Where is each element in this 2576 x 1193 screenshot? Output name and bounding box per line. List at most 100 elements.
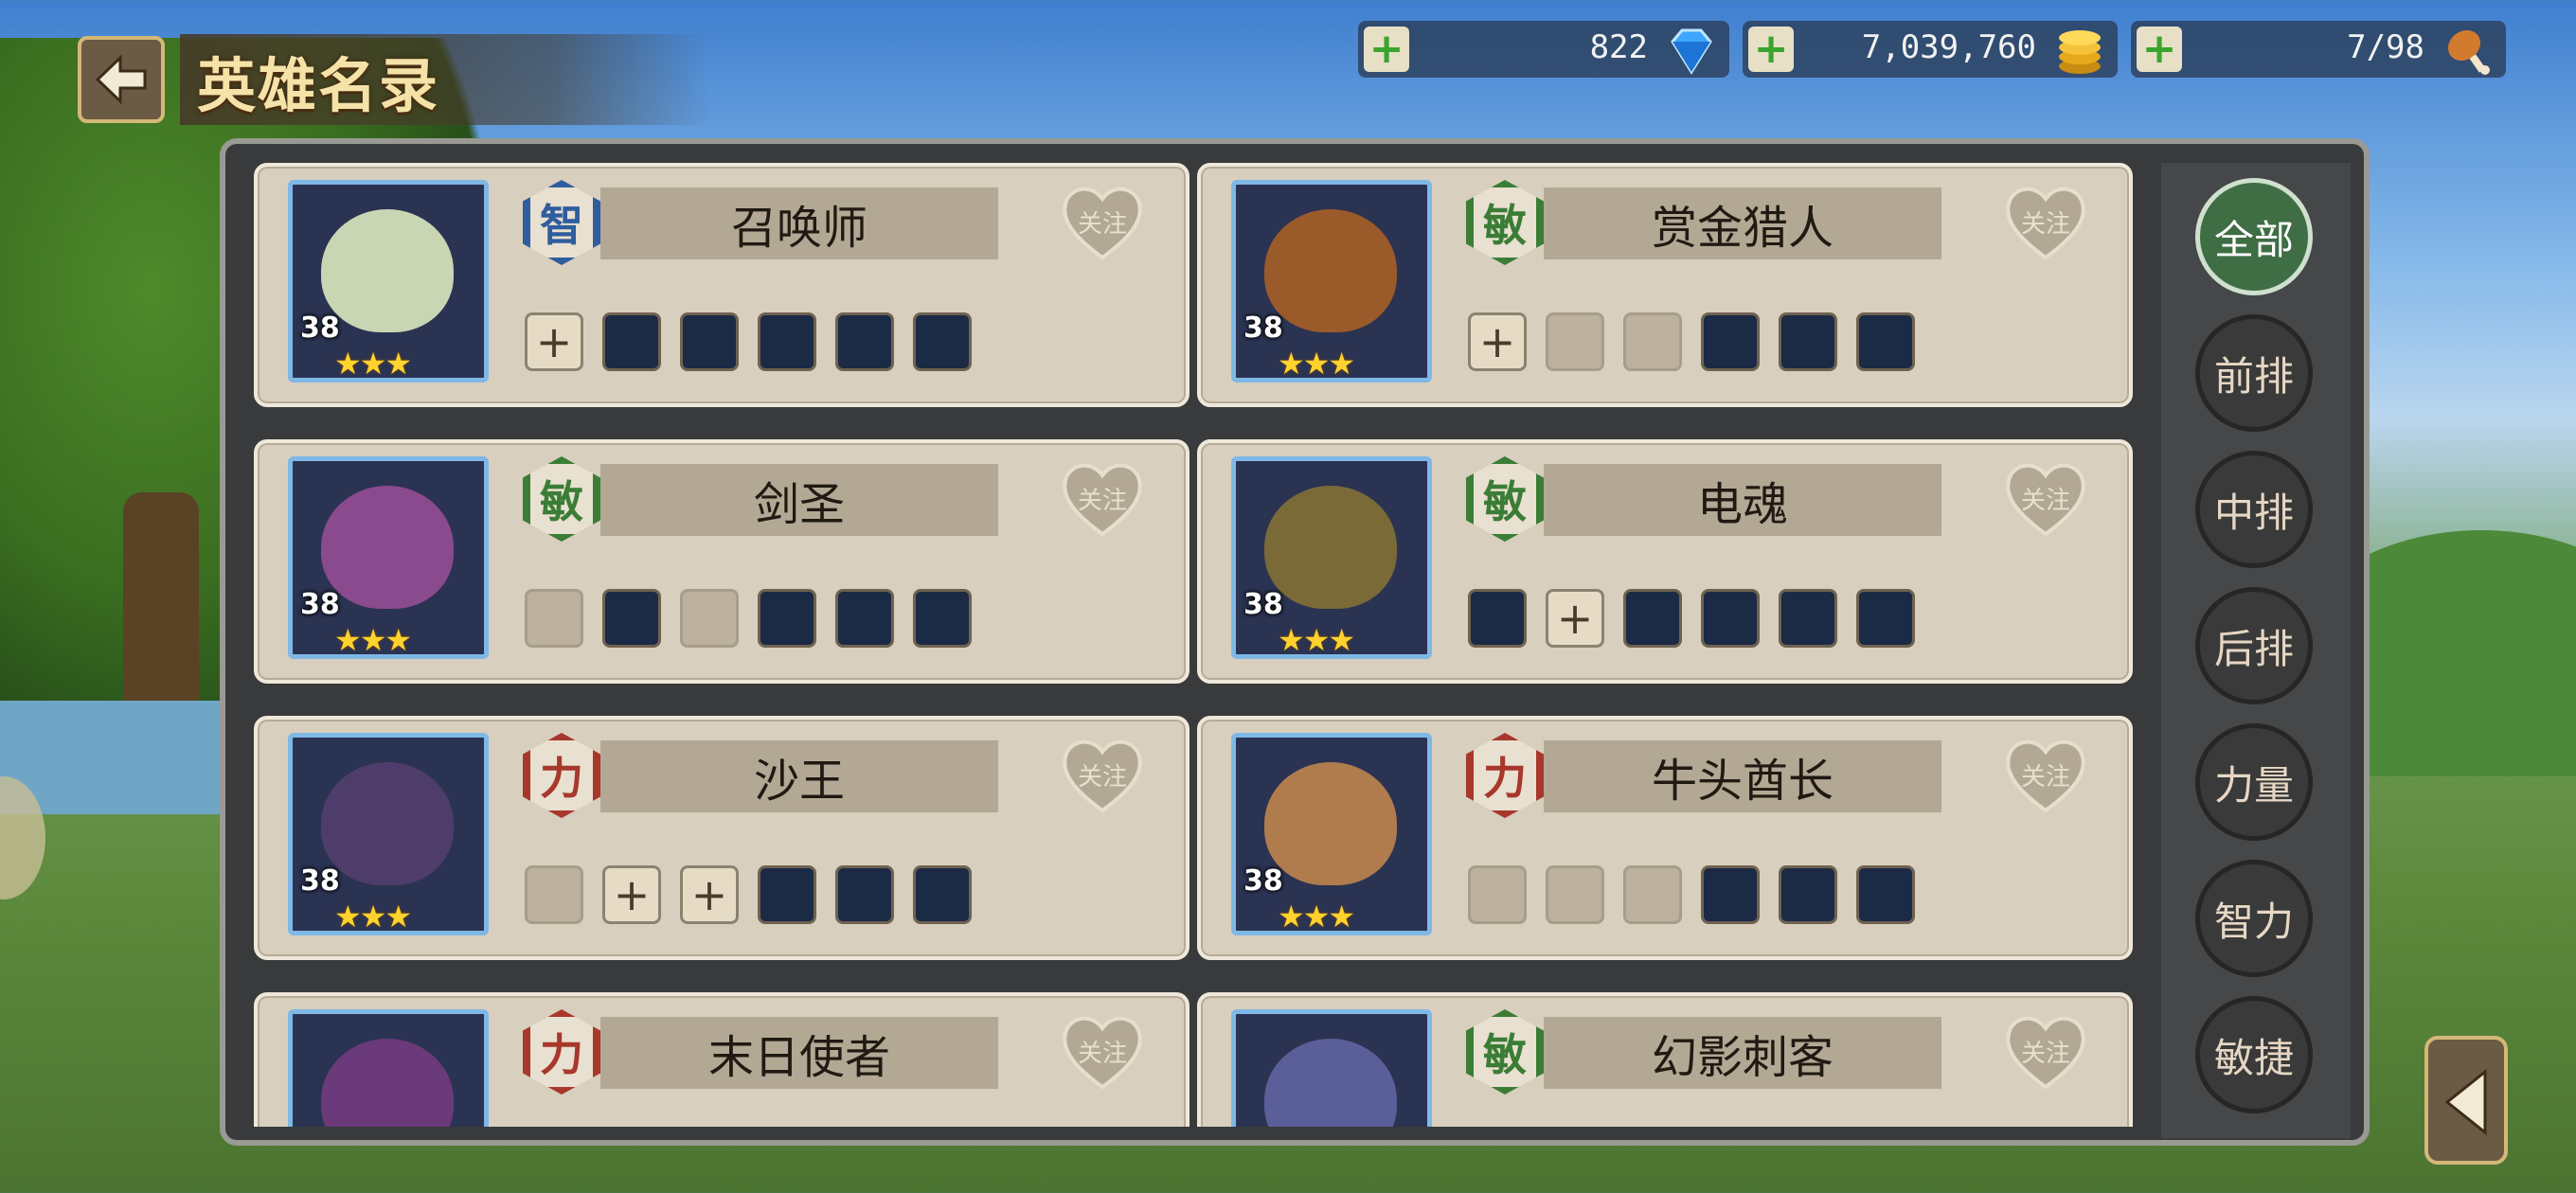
hero-portrait[interactable]: 38 ★★★ — [1231, 733, 1432, 935]
equip-add-slot[interactable]: + — [1468, 312, 1527, 371]
follow-label: 关注 — [1077, 486, 1127, 515]
collapse-button[interactable] — [2424, 1036, 2508, 1165]
equip-empty-slot[interactable] — [1623, 865, 1682, 924]
hero-level: 38 — [1243, 312, 1283, 345]
equip-empty-slot[interactable] — [1623, 312, 1682, 371]
hero-card[interactable]: 38 ★★★ 力沙王 关注 + + — [254, 716, 1190, 960]
equip-empty-slot[interactable] — [1546, 312, 1604, 371]
plus-icon: + — [535, 316, 573, 367]
follow-heart-button[interactable]: 关注 — [2002, 458, 2089, 538]
hero-attribute-badge: 敏 — [523, 456, 600, 542]
equip-item-slot[interactable] — [758, 312, 816, 371]
hero-card[interactable]: 38 ★★★ 敏 剑圣 关注 — [254, 439, 1190, 684]
filter-button[interactable]: 前排 — [2195, 314, 2313, 432]
hero-card[interactable]: 力 末日使者 关注 — [254, 992, 1190, 1127]
equip-item-slot[interactable] — [602, 589, 661, 648]
hero-card[interactable]: 38 ★★★ 力 牛头酋长 关注 — [1197, 716, 2133, 960]
hero-card[interactable]: 38 ★★★ 敏 赏金猎人 关注 + — [1197, 163, 2133, 407]
equip-item-slot[interactable] — [1623, 589, 1682, 648]
hero-list[interactable]: 38 ★★★ 智召唤师 关注 +38 ★★★ 敏赏金猎人 关注 +38 ★★★ 敏剑圣 关注 38 ★★★… — [254, 163, 2148, 1127]
equip-item-slot[interactable] — [1779, 865, 1837, 924]
follow-label: 关注 — [2020, 1039, 2070, 1068]
plus-icon: + — [690, 869, 728, 920]
equip-item-slot[interactable] — [835, 865, 894, 924]
filter-button[interactable]: 后排 — [2195, 587, 2313, 704]
equip-item-slot[interactable] — [1701, 865, 1760, 924]
follow-heart-button[interactable]: 关注 — [1059, 735, 1146, 814]
equip-item-slot[interactable] — [1701, 589, 1760, 648]
equipment-row: + — [1468, 312, 1915, 375]
follow-label: 关注 — [1077, 762, 1127, 792]
add-gold-button[interactable]: + — [1748, 27, 1794, 72]
hero-attribute-badge: 敏 — [1466, 1009, 1544, 1095]
hero-stars: ★★★ — [334, 346, 412, 382]
filter-button[interactable]: 全部 — [2195, 178, 2313, 295]
equip-item-slot[interactable] — [758, 865, 816, 924]
equip-item-slot[interactable] — [1856, 589, 1915, 648]
filter-button[interactable]: 智力 — [2195, 860, 2313, 977]
filter-button[interactable]: 中排 — [2195, 451, 2313, 568]
filter-button[interactable]: 力量 — [2195, 723, 2313, 841]
hero-stars: ★★★ — [1278, 346, 1355, 382]
equip-item-slot[interactable] — [602, 312, 661, 371]
hero-name: 牛头酋长 — [1651, 755, 1834, 808]
hero-portrait[interactable] — [1231, 1009, 1432, 1127]
hero-portrait-image — [321, 762, 454, 885]
equip-item-slot[interactable] — [1779, 312, 1837, 371]
equip-item-slot[interactable] — [1779, 589, 1837, 648]
resource-stamina: + 7/98 — [2131, 21, 2506, 78]
equip-empty-slot[interactable] — [680, 589, 739, 648]
equip-item-slot[interactable] — [1468, 589, 1527, 648]
equip-add-slot[interactable]: + — [680, 865, 739, 924]
hero-name: 幻影刺客 — [1651, 1031, 1834, 1084]
follow-heart-button[interactable]: 关注 — [1059, 1011, 1146, 1091]
hero-portrait[interactable]: 38 ★★★ — [1231, 456, 1432, 659]
hero-attribute-badge: 力 — [523, 1009, 600, 1095]
equip-item-slot[interactable] — [758, 589, 816, 648]
hero-portrait[interactable]: 38 ★★★ — [1231, 180, 1432, 383]
hero-name: 沙王 — [753, 755, 845, 808]
back-button[interactable] — [78, 36, 165, 123]
follow-heart-button[interactable]: 关注 — [2002, 1011, 2089, 1091]
equip-item-slot[interactable] — [913, 312, 972, 371]
hero-attribute-badge: 敏 — [1466, 180, 1544, 265]
hero-card[interactable]: 敏 幻影刺客 关注 — [1197, 992, 2133, 1127]
hero-name: 电魂 — [1696, 478, 1788, 531]
equip-empty-slot[interactable] — [1468, 865, 1527, 924]
hero-name: 赏金猎人 — [1651, 202, 1834, 255]
hero-portrait[interactable]: 38 ★★★ — [288, 456, 489, 659]
equip-item-slot[interactable] — [1856, 312, 1915, 371]
equip-add-slot[interactable]: + — [525, 312, 583, 371]
equip-item-slot[interactable] — [1856, 865, 1915, 924]
diamonds-value: 822 — [1589, 28, 1648, 66]
equip-empty-slot[interactable] — [1546, 865, 1604, 924]
follow-heart-button[interactable]: 关注 — [2002, 735, 2089, 814]
equip-item-slot[interactable] — [913, 589, 972, 648]
hero-card[interactable]: 38 ★★★ 敏 电魂 关注 + — [1197, 439, 2133, 684]
filter-button[interactable]: 敏捷 — [2195, 996, 2313, 1113]
equip-add-slot[interactable]: + — [1546, 589, 1604, 648]
follow-heart-button[interactable]: 关注 — [1059, 182, 1146, 261]
follow-heart-button[interactable]: 关注 — [1059, 458, 1146, 538]
equip-item-slot[interactable] — [680, 312, 739, 371]
hero-portrait[interactable]: 38 ★★★ — [288, 733, 489, 935]
equip-item-slot[interactable] — [835, 312, 894, 371]
page-title: 英雄名录 — [197, 51, 440, 120]
hero-portrait[interactable]: 38 ★★★ — [288, 180, 489, 383]
equip-item-slot[interactable] — [1701, 312, 1760, 371]
hero-name: 召唤师 — [730, 202, 868, 255]
follow-heart-button[interactable]: 关注 — [2002, 182, 2089, 261]
hero-portrait[interactable] — [288, 1009, 489, 1127]
equip-item-slot[interactable] — [835, 589, 894, 648]
equip-item-slot[interactable] — [913, 865, 972, 924]
equip-add-slot[interactable]: + — [602, 865, 661, 924]
hero-portrait-image — [1264, 209, 1397, 332]
equip-empty-slot[interactable] — [525, 865, 583, 924]
resource-gold: + 7,039,760 — [1743, 21, 2118, 78]
equip-empty-slot[interactable] — [525, 589, 583, 648]
hero-card[interactable]: 38 ★★★ 智 召唤师 关注 + — [254, 163, 1190, 407]
add-stamina-button[interactable]: + — [2137, 27, 2182, 72]
follow-label: 关注 — [1077, 1039, 1127, 1068]
hero-name: 末日使者 — [707, 1031, 890, 1084]
add-diamonds-button[interactable]: + — [1364, 27, 1409, 72]
